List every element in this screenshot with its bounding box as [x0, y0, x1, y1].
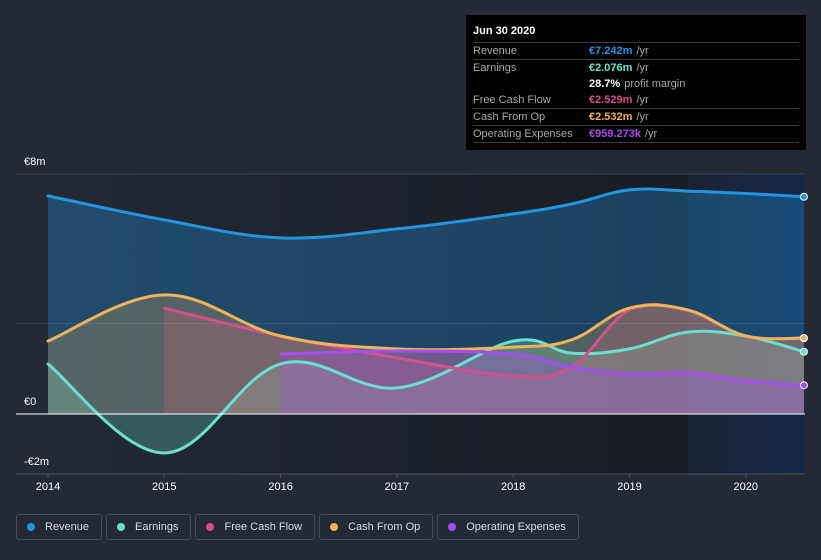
tooltip-row: Revenue €7.242m/yr: [473, 43, 799, 60]
tooltip-row-label: Cash From Op: [473, 111, 546, 123]
tooltip-row-value: €959.273k: [589, 128, 641, 140]
tooltip-row-label: [473, 76, 589, 92]
y-tick-label: €0: [24, 396, 37, 408]
legend-dot-icon: [330, 523, 339, 531]
operating-expenses-end-marker: [799, 381, 808, 390]
legend-item-revenue[interactable]: Revenue: [16, 514, 103, 540]
tooltip-row-label: Revenue: [473, 45, 518, 57]
cash-from-op-end-marker: [799, 334, 808, 343]
tooltip-row-unit: profit margin: [624, 78, 686, 90]
legend-item-operating-expenses[interactable]: Operating Expenses: [437, 514, 579, 540]
tooltip-row-value: €7.242m: [589, 45, 633, 57]
x-tick-label: 2019: [617, 481, 642, 493]
x-tick-label: 2014: [35, 481, 61, 493]
y-tick-label: -€2m: [24, 456, 50, 468]
legend-item-cash-from-op[interactable]: Cash From Op: [319, 514, 434, 540]
tooltip-row: Operating Expenses €959.273k/yr: [473, 126, 799, 143]
x-tick-label: 2017: [384, 481, 410, 493]
tooltip-row-unit: /yr: [636, 62, 649, 74]
legend-dot-icon: [27, 523, 35, 531]
tooltip-date: Jun 30 2020: [473, 23, 799, 43]
tooltip-row-value: 28.7%: [589, 78, 621, 90]
legend-item-free-cash-flow[interactable]: Free Cash Flow: [195, 514, 316, 540]
tooltip-row: Free Cash Flow €2.529m/yr: [473, 92, 799, 109]
x-tick-label: 2018: [500, 481, 526, 493]
tooltip-row-label: Free Cash Flow: [473, 94, 551, 106]
tooltip-row-value: €2.076m: [589, 62, 633, 74]
tooltip-row-unit: /yr: [645, 128, 658, 140]
legend-label: Earnings: [135, 521, 179, 533]
legend-dot-icon: [117, 523, 126, 531]
legend-dot-icon: [448, 523, 457, 531]
tooltip-row: Earnings €2.076m/yr: [473, 60, 799, 76]
legend-label: Free Cash Flow: [224, 521, 303, 533]
revenue-end-marker: [799, 192, 808, 201]
tooltip-row-value: €2.532m: [589, 111, 633, 123]
legend-label: Revenue: [45, 521, 90, 533]
legend-item-earnings[interactable]: Earnings: [106, 514, 192, 540]
legend-dot-icon: [206, 523, 215, 531]
tooltip-row-unit: /yr: [636, 94, 649, 106]
tooltip-row-label: Operating Expenses: [473, 128, 573, 140]
x-tick-label: 2016: [268, 481, 293, 493]
x-tick-label: 2015: [152, 481, 177, 493]
tooltip-row-unit: /yr: [636, 45, 649, 57]
tooltip: Jun 30 2020 Revenue €7.242m/yr Earnings €2.…: [466, 15, 806, 150]
tooltip-row: 28.7% profit margin: [473, 76, 799, 92]
earnings-end-marker: [799, 347, 808, 356]
legend: Revenue Earnings Free Cash Flow Cash From O…: [16, 514, 579, 540]
tooltip-row-label: Earnings: [473, 62, 517, 74]
x-tick-label: 2020: [733, 481, 759, 493]
legend-label: Operating Expenses: [466, 521, 566, 533]
y-tick-label: €8m: [24, 156, 46, 168]
tooltip-row-value: €2.529m: [589, 94, 633, 106]
tooltip-row-unit: /yr: [636, 111, 649, 123]
legend-label: Cash From Op: [348, 521, 421, 533]
tooltip-row: Cash From Op €2.532m/yr: [473, 109, 799, 126]
